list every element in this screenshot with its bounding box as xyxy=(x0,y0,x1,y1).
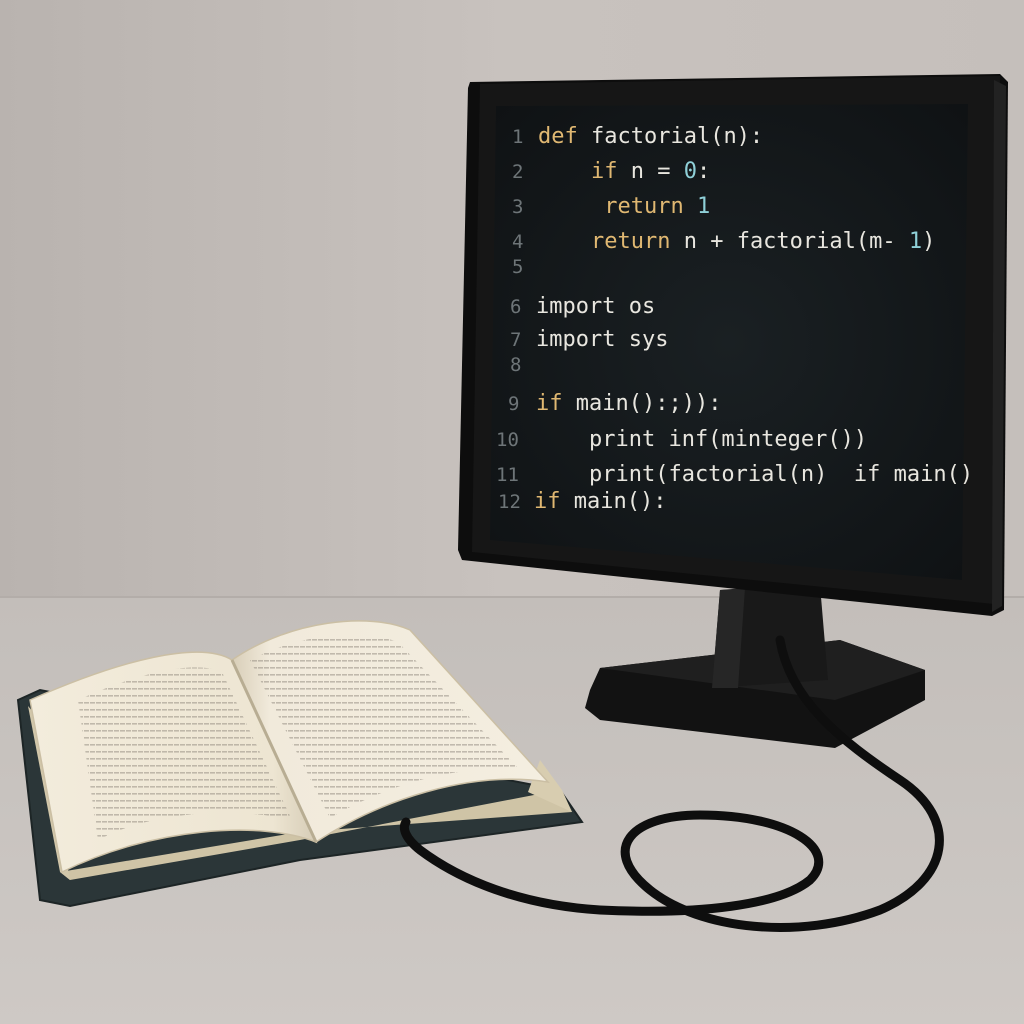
code-line: print(factorial(n) if main() xyxy=(536,462,973,487)
code-line: if main():;)): xyxy=(536,391,721,416)
code-line: if n = 0: xyxy=(538,159,710,184)
code-line: def factorial(n): xyxy=(538,124,763,149)
code-keyword: if xyxy=(591,159,618,184)
code-line: import os xyxy=(536,294,655,319)
code-text: factorial(n): xyxy=(578,124,763,149)
line-number: 1 xyxy=(512,126,523,148)
code-text: import sys xyxy=(536,327,668,352)
code-text: : xyxy=(697,159,710,184)
code-number: 0 xyxy=(684,159,697,184)
line-number: 10 xyxy=(496,429,519,451)
line-number: 3 xyxy=(512,196,523,218)
desk-scene: 1 def factorial(n): 2 if n = 0: 3 return 1 4… xyxy=(0,0,1024,1024)
code-keyword: def xyxy=(538,124,578,149)
code-text xyxy=(538,159,591,184)
code-line: import sys xyxy=(536,327,668,352)
code-line: return n + factorial(m- 1) xyxy=(538,229,935,254)
code-text: print(factorial(n) if main() xyxy=(536,462,973,487)
line-number: 6 xyxy=(510,296,521,318)
code-text: main():;)): xyxy=(563,391,722,416)
code-text xyxy=(684,194,697,219)
line-number: 2 xyxy=(512,161,523,183)
line-number: 12 xyxy=(498,491,521,513)
code-line: print inf(minteger()) xyxy=(536,427,867,452)
code-line: if main(): xyxy=(534,489,666,514)
code-number: 1 xyxy=(909,229,922,254)
code-text: ) xyxy=(922,229,935,254)
line-number: 5 xyxy=(512,256,523,278)
code-text xyxy=(538,229,591,254)
code-keyword: return xyxy=(591,229,670,254)
line-number: 7 xyxy=(510,329,521,351)
line-number: 11 xyxy=(496,464,519,486)
code-text: main(): xyxy=(561,489,667,514)
code-keyword: if xyxy=(534,489,561,514)
code-text: import os xyxy=(536,294,655,319)
code-keyword: return xyxy=(604,194,683,219)
code-number: 1 xyxy=(697,194,710,219)
code-text: n = xyxy=(617,159,683,184)
code-text xyxy=(538,194,604,219)
line-number: 8 xyxy=(510,354,521,376)
code-line: return 1 xyxy=(538,194,710,219)
line-number: 9 xyxy=(508,393,519,415)
code-text: print inf(minteger()) xyxy=(536,427,867,452)
code-text: n + factorial(m- xyxy=(670,229,908,254)
code-keyword: if xyxy=(536,391,563,416)
line-number: 4 xyxy=(512,231,523,253)
